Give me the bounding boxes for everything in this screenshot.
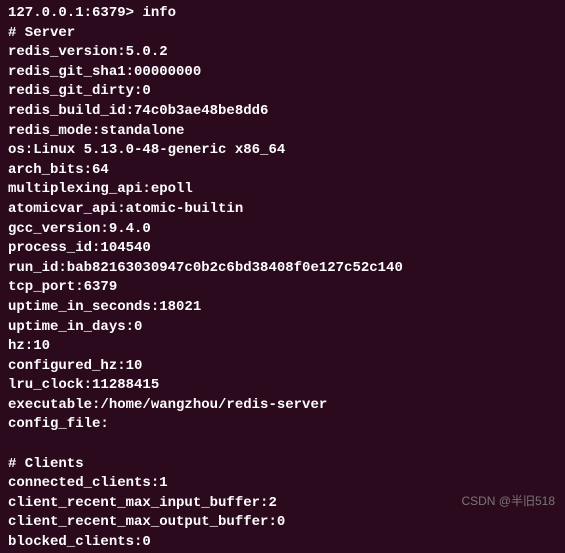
output-line: redis_git_dirty:0 — [8, 82, 557, 102]
output-line: configured_hz:10 — [8, 357, 557, 377]
output-line: os:Linux 5.13.0-48-generic x86_64 — [8, 141, 557, 161]
terminal-output[interactable]: 127.0.0.1:6379> info # Server redis_vers… — [8, 4, 557, 553]
output-line: tcp_port:6379 — [8, 278, 557, 298]
output-line: connected_clients:1 — [8, 474, 557, 494]
output-line: client_recent_max_output_buffer:0 — [8, 513, 557, 533]
blank-line — [8, 435, 557, 455]
output-line: blocked_clients:0 — [8, 533, 557, 553]
output-line: arch_bits:64 — [8, 161, 557, 181]
command-text: info — [142, 5, 176, 21]
output-line: redis_build_id:74c0b3ae48be8dd6 — [8, 102, 557, 122]
output-line: lru_clock:11288415 — [8, 376, 557, 396]
watermark-text: CSDN @半旧518 — [461, 493, 555, 510]
prompt-line: 127.0.0.1:6379> info — [8, 4, 557, 24]
prompt-address: 127.0.0.1:6379> — [8, 5, 134, 21]
output-line: process_id:104540 — [8, 239, 557, 259]
output-line: atomicvar_api:atomic-builtin — [8, 200, 557, 220]
output-line: uptime_in_days:0 — [8, 318, 557, 338]
output-line: uptime_in_seconds:18021 — [8, 298, 557, 318]
output-line: redis_mode:standalone — [8, 122, 557, 142]
section-header-server: # Server — [8, 24, 557, 44]
output-line: redis_git_sha1:00000000 — [8, 63, 557, 83]
output-line: multiplexing_api:epoll — [8, 180, 557, 200]
output-line: run_id:bab82163030947c0b2c6bd38408f0e127… — [8, 259, 557, 279]
output-line: hz:10 — [8, 337, 557, 357]
output-line: executable:/home/wangzhou/redis-server — [8, 396, 557, 416]
output-line: gcc_version:9.4.0 — [8, 220, 557, 240]
section-header-clients: # Clients — [8, 455, 557, 475]
output-line: redis_version:5.0.2 — [8, 43, 557, 63]
output-line: config_file: — [8, 415, 557, 435]
